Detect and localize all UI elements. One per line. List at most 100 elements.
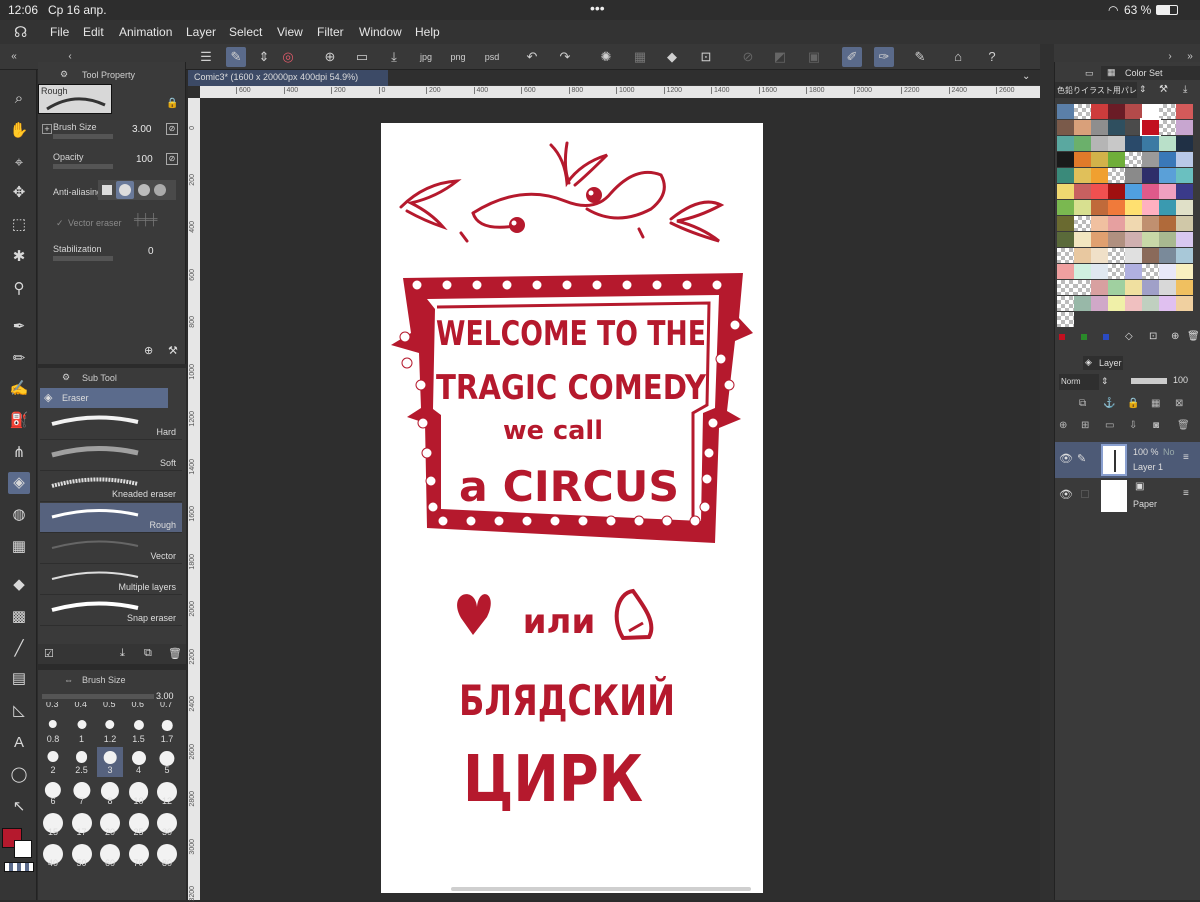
panel-menu-icon[interactable]: ⚙ — [60, 69, 68, 80]
brush-size-option[interactable]: 30 — [154, 809, 180, 839]
brush-size-option[interactable]: 20 — [97, 809, 123, 839]
color-swatch[interactable] — [1108, 216, 1125, 231]
layer-row-selected[interactable]: 👁 ✎ 100 % No Layer 1 ≡ — [1055, 442, 1200, 478]
color-swatch[interactable] — [1142, 248, 1159, 263]
color-swatch[interactable] — [1091, 152, 1108, 167]
color-swatch[interactable] — [1057, 152, 1074, 167]
menu-file[interactable]: File — [50, 25, 69, 39]
spinner-icon[interactable]: ⇕ — [254, 47, 274, 67]
ruler-snap-icon[interactable]: ✎ — [910, 47, 930, 67]
color-swatch[interactable] — [1125, 120, 1142, 135]
color-swatch[interactable] — [1125, 232, 1142, 247]
fill-icon[interactable]: ◆ — [662, 47, 682, 67]
color-swatch[interactable] — [1159, 216, 1176, 231]
brush-size-option-selected[interactable]: 3 — [97, 747, 123, 777]
export-jpg-icon[interactable]: jpg — [416, 47, 436, 67]
new-folder-icon[interactable]: ▭ — [1105, 420, 1114, 431]
visibility-eye-icon[interactable]: 👁 — [1059, 452, 1073, 465]
layer-row[interactable]: 👁 ▣ Paper ≡ — [1055, 478, 1200, 514]
brush-size-panel-icon[interactable]: ⇔ — [64, 675, 73, 685]
color-swatch[interactable] — [1125, 136, 1142, 151]
new-file-icon[interactable]: ⊕ — [320, 47, 340, 67]
antialias-strong-icon[interactable] — [154, 184, 166, 196]
invert-selection-icon[interactable]: ◩ — [770, 47, 790, 67]
redo-icon[interactable]: ↷ — [555, 47, 575, 67]
color-swatch[interactable] — [1091, 168, 1108, 183]
color-swatch[interactable] — [1159, 184, 1176, 199]
color-swatch[interactable] — [1091, 104, 1108, 119]
layer-menu-icon[interactable]: ≡ — [1183, 452, 1189, 463]
object-icon[interactable]: ⌖ — [8, 152, 30, 174]
export-png-icon[interactable]: png — [448, 47, 468, 67]
color-swatch[interactable] — [1176, 168, 1193, 183]
layer-pen-icon[interactable]: ✎ — [1077, 452, 1086, 465]
color-set-tab[interactable]: ▦ Color Set — [1101, 66, 1200, 80]
color-swatch[interactable] — [1159, 232, 1176, 247]
brush-size-option[interactable]: 6 — [40, 778, 66, 808]
color-swatch[interactable] — [1091, 280, 1108, 295]
sub-color-chip[interactable] — [14, 840, 32, 858]
color-swatch[interactable] — [1057, 248, 1074, 263]
color-trash-icon[interactable]: 🗑 — [1187, 331, 1200, 342]
color-swatch[interactable] — [1057, 312, 1074, 327]
brush-size-option[interactable]: 80 — [154, 840, 180, 870]
brush-size-option[interactable]: 70 — [126, 840, 152, 870]
document-tab[interactable]: Comic3* (1600 x 20000px 400dpi 54.9%) — [188, 70, 388, 86]
brush-size-option[interactable]: 1 — [69, 716, 95, 746]
trash-icon[interactable]: 🗑 — [168, 647, 182, 660]
color-swatch[interactable] — [1057, 136, 1074, 151]
brush-size-option[interactable]: 1.5 — [126, 716, 152, 746]
color-swatch[interactable] — [1074, 296, 1091, 311]
transparent-color-chip[interactable] — [4, 862, 34, 872]
color-swatch-selected[interactable] — [1140, 118, 1161, 137]
menu-select[interactable]: Select — [229, 25, 262, 39]
chevron-down-icon[interactable]: ⌄ — [1022, 71, 1030, 82]
layer-lock-box[interactable] — [1081, 490, 1089, 498]
expand-icon[interactable]: + — [42, 124, 52, 134]
hat-icon[interactable]: ⌂ — [948, 47, 968, 67]
color-swatch[interactable] — [1142, 232, 1159, 247]
color-swatch[interactable] — [1142, 264, 1159, 279]
brush-size-palette-slider[interactable] — [42, 694, 154, 699]
loading-icon[interactable]: ✺ — [596, 47, 616, 67]
brush-size-option[interactable]: 12 — [154, 778, 180, 808]
color-swatch[interactable] — [1159, 248, 1176, 263]
brush-size-option[interactable]: 40 — [40, 840, 66, 870]
color-swatch[interactable] — [1176, 184, 1193, 199]
color-swatch[interactable] — [1074, 184, 1091, 199]
balloon-icon[interactable]: ◯ — [8, 764, 30, 786]
color-swatch[interactable] — [1176, 280, 1193, 295]
brush-size-palette-value[interactable]: 3.00 — [156, 691, 174, 701]
download-icon[interactable]: ⤓ — [120, 647, 125, 660]
color-swatch[interactable] — [1108, 184, 1125, 199]
color-swatch[interactable] — [1125, 264, 1142, 279]
antialias-weak-icon[interactable] — [119, 184, 131, 196]
selection-border-icon[interactable]: ▣ — [804, 47, 824, 67]
blend-mode-dropdown[interactable]: Norm — [1059, 374, 1099, 390]
color-swatch[interactable] — [1057, 104, 1074, 119]
correct-line-icon[interactable]: ↖ — [8, 796, 30, 818]
color-swatch[interactable] — [1159, 120, 1176, 135]
layer-opacity-value[interactable]: 100 — [1173, 375, 1188, 385]
mask-icon[interactable]: ⊠ — [1175, 398, 1183, 409]
color-swatch[interactable] — [1125, 216, 1142, 231]
antialias-medium-icon[interactable] — [138, 184, 150, 196]
ruler-icon[interactable]: ◺ — [8, 700, 30, 722]
color-swatch[interactable] — [1159, 136, 1176, 151]
color-swatch[interactable] — [1057, 200, 1074, 215]
pen-icon[interactable]: ✒ — [8, 316, 30, 338]
color-save-icon[interactable]: ⤓ — [1183, 84, 1187, 95]
color-swatch[interactable] — [1176, 104, 1193, 119]
pressure-toggle-icon[interactable]: ⊘ — [166, 123, 178, 135]
color-wrench-icon[interactable]: ⚒ — [1159, 84, 1168, 95]
fill-tool-icon[interactable]: ◆ — [8, 574, 30, 596]
color-swatch[interactable] — [1074, 120, 1091, 135]
brush-size-option[interactable]: 8 — [97, 778, 123, 808]
color-swatch[interactable] — [1176, 136, 1193, 151]
sub-tool-item[interactable]: Vector — [40, 534, 182, 564]
layer-menu-icon[interactable]: ≡ — [1183, 488, 1189, 499]
color-swatch[interactable] — [1142, 200, 1159, 215]
color-swatch[interactable] — [1057, 216, 1074, 231]
color-swatch[interactable] — [1125, 200, 1142, 215]
color-swatch[interactable] — [1091, 200, 1108, 215]
